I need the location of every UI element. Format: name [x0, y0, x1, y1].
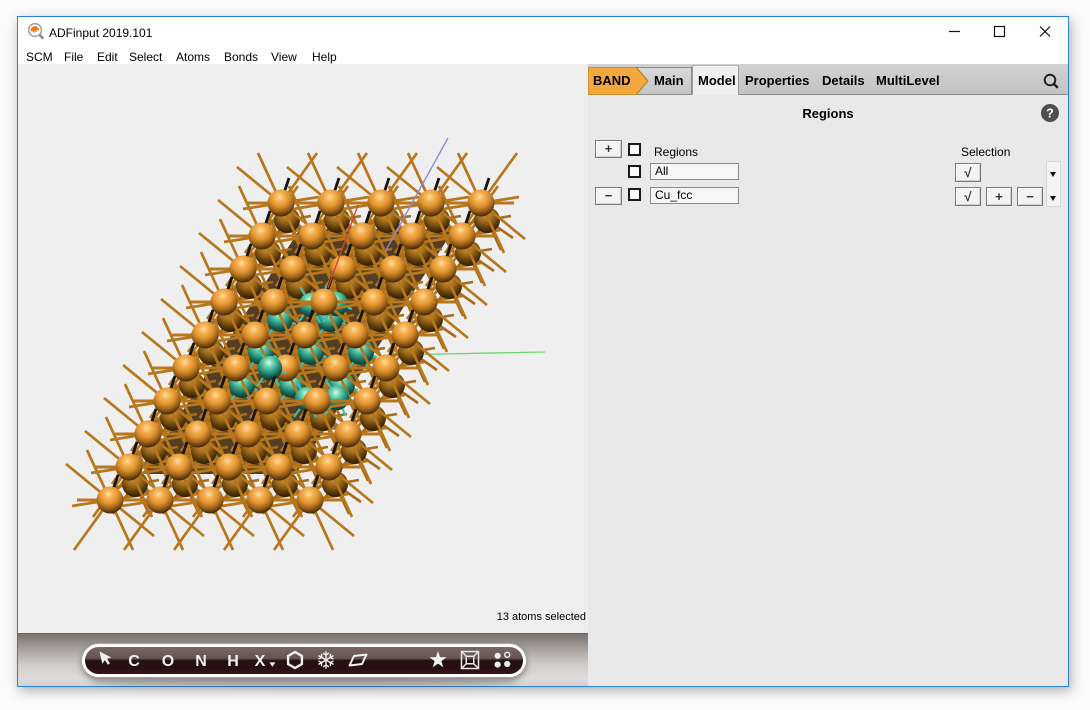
svg-text:?: ? [1046, 107, 1054, 121]
svg-text:O: O [162, 653, 174, 670]
svg-text:C: C [128, 653, 140, 670]
svg-text:N: N [195, 653, 207, 670]
svg-text:H: H [227, 653, 239, 670]
svg-text:X: X [255, 653, 266, 670]
